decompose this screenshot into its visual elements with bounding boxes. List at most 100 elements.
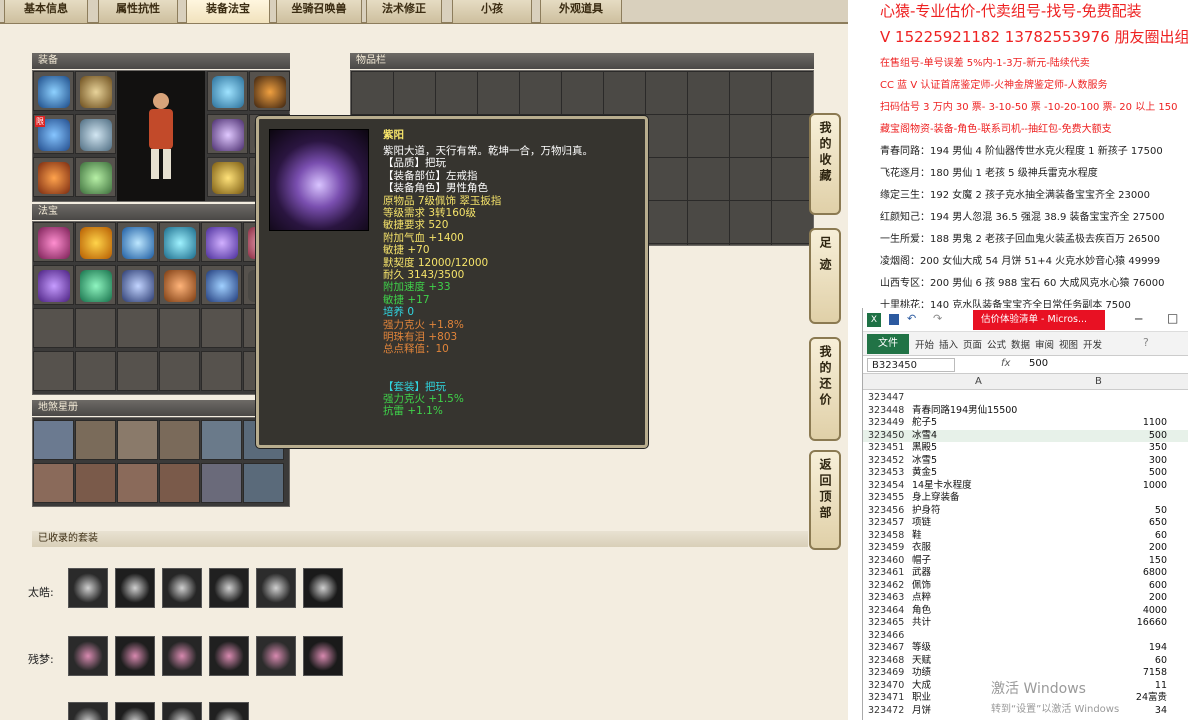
suit-piece[interactable]: [68, 636, 108, 676]
suit-piece[interactable]: [209, 568, 249, 608]
cell-b[interactable]: 24富贵: [1136, 692, 1167, 705]
back-to-top-button[interactable]: 返回顶部: [809, 450, 841, 550]
sheet-row[interactable]: 323455 身上穿装备: [863, 492, 1188, 505]
fabao-slot[interactable]: [159, 308, 200, 348]
cell-a[interactable]: 武器: [912, 567, 931, 580]
tab-children[interactable]: 小孩: [452, 0, 532, 24]
cell-b[interactable]: 194: [1149, 642, 1167, 655]
cell-b[interactable]: 6800: [1143, 567, 1167, 580]
sheet-row[interactable]: 323458 鞋 60: [863, 530, 1188, 543]
cell-b[interactable]: 16660: [1137, 617, 1167, 630]
cell-a[interactable]: 等级: [912, 642, 931, 655]
cell-a[interactable]: 衣服: [912, 542, 931, 555]
cell-b[interactable]: 7158: [1143, 667, 1167, 680]
fabao-slot[interactable]: [75, 351, 116, 391]
tab-equipment[interactable]: 装备法宝: [186, 0, 270, 24]
sheet-row[interactable]: 323456 护身符 50: [863, 505, 1188, 518]
fabao-slot[interactable]: [33, 222, 74, 262]
equip-slot[interactable]: [33, 157, 74, 197]
cell-a[interactable]: 共计: [912, 617, 931, 630]
cell-b[interactable]: 1000: [1143, 480, 1167, 493]
star-card[interactable]: [201, 420, 242, 460]
my-favorites-button[interactable]: 我的收藏: [809, 113, 841, 215]
star-card[interactable]: [243, 463, 284, 503]
cell-b[interactable]: 350: [1149, 442, 1167, 455]
ribbon-tab[interactable]: 视图: [1059, 337, 1078, 351]
cell-a[interactable]: 冰雪5: [912, 455, 937, 468]
star-card[interactable]: [117, 420, 158, 460]
ribbon-tab[interactable]: 数据: [1011, 337, 1030, 351]
suit-piece[interactable]: [256, 636, 296, 676]
star-card[interactable]: [159, 420, 200, 460]
cell-b[interactable]: 500: [1149, 430, 1167, 443]
cell-a[interactable]: 14星卡水程度: [912, 480, 972, 493]
cell-a[interactable]: 天赋: [912, 655, 931, 668]
star-card[interactable]: [201, 463, 242, 503]
fabao-slot[interactable]: [159, 351, 200, 391]
star-card[interactable]: [117, 463, 158, 503]
cell-a[interactable]: 大成: [912, 680, 931, 693]
name-box[interactable]: B323450: [867, 358, 955, 372]
suit-piece[interactable]: [68, 568, 108, 608]
star-card[interactable]: [33, 420, 74, 460]
tab-basic-info[interactable]: 基本信息: [4, 0, 88, 24]
column-a[interactable]: A: [975, 376, 982, 387]
column-b[interactable]: B: [1095, 376, 1102, 387]
save-icon[interactable]: [889, 314, 899, 325]
cell-a[interactable]: 青春同路194男仙15500: [912, 405, 1017, 418]
fabao-slot[interactable]: [201, 265, 242, 305]
equip-slot[interactable]: 限: [33, 114, 74, 154]
equip-slot[interactable]: [207, 157, 248, 197]
cell-b[interactable]: 300: [1149, 455, 1167, 468]
suit-piece[interactable]: [256, 568, 296, 608]
cell-a[interactable]: 点粹: [912, 592, 931, 605]
suit-piece[interactable]: [115, 702, 155, 720]
fabao-slot[interactable]: [201, 222, 242, 262]
fabao-slot[interactable]: [117, 222, 158, 262]
sheet-row[interactable]: 323466: [863, 630, 1188, 643]
sheet-row[interactable]: 323449 舵子5 1100: [863, 417, 1188, 430]
maximize-icon[interactable]: □: [1167, 311, 1178, 325]
cell-a[interactable]: 佩饰: [912, 580, 931, 593]
star-card[interactable]: [75, 420, 116, 460]
sheet-row[interactable]: 323465 共计 16660: [863, 617, 1188, 630]
sheet-row[interactable]: 323457 项链 650: [863, 517, 1188, 530]
cell-b[interactable]: 34: [1155, 705, 1167, 718]
suit-piece[interactable]: [162, 702, 202, 720]
cell-a[interactable]: 黑殿5: [912, 442, 937, 455]
sheet-row[interactable]: 323461 武器 6800: [863, 567, 1188, 580]
fabao-slot[interactable]: [159, 265, 200, 305]
cell-b[interactable]: 200: [1149, 592, 1167, 605]
my-counteroffer-button[interactable]: 我的还价: [809, 337, 841, 441]
tab-spells[interactable]: 法术修正: [366, 0, 442, 24]
fabao-slot[interactable]: [159, 222, 200, 262]
suit-piece[interactable]: [209, 702, 249, 720]
help-icon[interactable]: ?: [1143, 336, 1149, 349]
equip-slot[interactable]: [249, 71, 290, 111]
sheet-row[interactable]: 323447: [863, 392, 1188, 405]
equip-slot[interactable]: [33, 71, 74, 111]
sheet-row[interactable]: 323453 黄金5 500: [863, 467, 1188, 480]
star-card[interactable]: [33, 463, 74, 503]
tab-attributes[interactable]: 属性抗性: [98, 0, 178, 24]
sheet-row[interactable]: 323448 青春同路194男仙15500: [863, 405, 1188, 418]
fabao-slot[interactable]: [117, 351, 158, 391]
file-tab[interactable]: 文件: [867, 334, 909, 354]
equip-slot[interactable]: [75, 157, 116, 197]
cell-a[interactable]: 角色: [912, 605, 931, 618]
sheet-row[interactable]: 323460 帽子 150: [863, 555, 1188, 568]
fabao-slot[interactable]: [33, 265, 74, 305]
tab-appearance[interactable]: 外观道具: [540, 0, 622, 24]
ribbon-tab[interactable]: 开始: [915, 337, 934, 351]
suit-piece[interactable]: [162, 636, 202, 676]
cell-a[interactable]: 鞋: [912, 530, 922, 543]
cell-b[interactable]: 4000: [1143, 605, 1167, 618]
equip-slot[interactable]: [75, 114, 116, 154]
sheet-row[interactable]: 323450 冰雪4 500: [863, 429, 1188, 443]
fabao-slot[interactable]: [33, 351, 74, 391]
tab-mounts[interactable]: 坐骑召唤兽: [276, 0, 362, 24]
cell-a[interactable]: 黄金5: [912, 467, 937, 480]
fabao-slot[interactable]: [201, 351, 242, 391]
undo-icon[interactable]: ↶: [907, 312, 916, 325]
sheet-row[interactable]: 323459 衣服 200: [863, 542, 1188, 555]
